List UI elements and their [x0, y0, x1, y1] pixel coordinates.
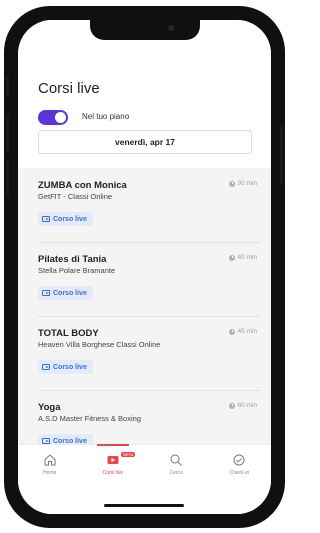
tab-live-courses[interactable]: BETA Corsi live: [81, 444, 144, 484]
clock-icon: [229, 254, 236, 261]
duration-text: 30 min: [237, 180, 257, 187]
badge-label: Corso live: [53, 215, 87, 223]
phone-frame: Corsi live Nel tuo piano venerdì, apr 17…: [4, 6, 285, 528]
tab-label: Corsi live: [102, 470, 124, 476]
divider: [38, 242, 261, 243]
tab-label: Cerca: [169, 470, 183, 476]
clock-icon: [229, 328, 236, 335]
duration-text: 45 min: [237, 328, 257, 335]
course-duration: 45 min: [229, 328, 257, 335]
course-card[interactable]: ZUMBA con Monica GetFIT - Classi Online …: [18, 168, 271, 242]
tab-home[interactable]: Home: [18, 445, 81, 484]
duration-text: 40 min: [237, 254, 257, 261]
course-duration: 30 min: [229, 180, 257, 187]
divider: [38, 390, 261, 391]
course-title: ZUMBA con Monica: [38, 180, 127, 191]
course-title: Pilates di Tania: [38, 254, 107, 265]
course-provider: A.S.D Master Fitness & Boxing: [38, 414, 141, 423]
volume-up-button: [6, 114, 9, 152]
search-icon: [170, 454, 182, 466]
live-icon: [107, 456, 119, 464]
play-icon: [42, 290, 50, 296]
tab-label: Home: [42, 470, 57, 476]
course-provider: GetFIT - Classi Online: [38, 192, 113, 201]
play-icon: [42, 364, 50, 370]
plan-toggle[interactable]: [38, 110, 68, 125]
plan-toggle-label: Nel tuo piano: [82, 112, 130, 121]
live-course-badge[interactable]: Corso live: [38, 212, 93, 226]
date-selector-button[interactable]: venerdì, apr 17: [38, 130, 252, 154]
notch: [90, 20, 200, 40]
header: Corsi live Nel tuo piano venerdì, apr 17: [18, 20, 271, 168]
course-duration: 60 min: [229, 402, 257, 409]
live-course-badge[interactable]: Corso live: [38, 286, 93, 300]
course-title: TOTAL BODY: [38, 328, 99, 339]
course-title: Yoga: [38, 402, 61, 413]
home-bar-area: [18, 484, 271, 514]
home-icon: [44, 454, 56, 466]
page-title: Corsi live: [38, 80, 100, 97]
course-card[interactable]: Pilates di Tania Stella Polare Bramante …: [18, 242, 271, 316]
play-icon: [42, 216, 50, 222]
course-list[interactable]: ZUMBA con Monica GetFIT - Classi Online …: [18, 168, 271, 468]
divider: [38, 316, 261, 317]
course-card[interactable]: TOTAL BODY Heaven Villa Borghese Classi …: [18, 316, 271, 390]
home-indicator[interactable]: [104, 504, 184, 507]
course-provider: Stella Polare Bramante: [38, 266, 116, 275]
toggle-knob: [55, 112, 66, 123]
course-duration: 40 min: [229, 254, 257, 261]
beta-badge: BETA: [121, 452, 136, 457]
tab-search[interactable]: Cerca: [145, 445, 208, 484]
badge-label: Corso live: [53, 363, 87, 371]
volume-down-button: [6, 160, 9, 198]
bottom-tab-bar: Home BETA Corsi live Cerca Check-in: [18, 444, 271, 484]
live-course-badge[interactable]: Corso live: [38, 360, 93, 374]
power-button: [280, 126, 283, 184]
course-provider: Heaven Villa Borghese Classi Online: [38, 340, 161, 349]
tab-label: Check-in: [229, 470, 250, 476]
tab-checkin[interactable]: Check-in: [208, 445, 271, 484]
checkin-icon: [233, 454, 245, 466]
clock-icon: [229, 402, 236, 409]
clock-icon: [229, 180, 236, 187]
badge-label: Corso live: [53, 289, 87, 297]
duration-text: 60 min: [237, 402, 257, 409]
camera-icon: [168, 25, 174, 31]
phone-screen: Corsi live Nel tuo piano venerdì, apr 17…: [18, 20, 271, 514]
silent-switch: [6, 76, 9, 96]
